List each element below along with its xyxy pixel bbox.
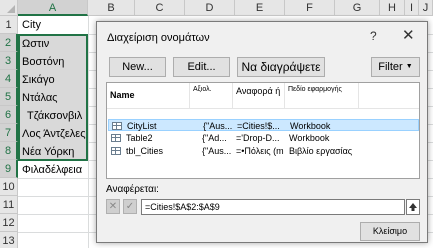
filter-label: Filter <box>378 61 403 73</box>
column-header-value[interactable]: Αξιολ. <box>190 83 233 108</box>
help-icon[interactable]: ? <box>370 29 377 43</box>
row-header-12[interactable]: 12 <box>0 214 18 232</box>
row-header-10[interactable]: 10 <box>0 178 18 196</box>
column-header-refers-to[interactable]: Αναφορά ή <box>233 83 285 108</box>
row-header-4[interactable]: 4 <box>0 70 18 88</box>
scope-cell: Workbook <box>289 133 330 143</box>
row-header-13[interactable]: 13 <box>0 232 18 248</box>
cell-a1[interactable]: City <box>19 16 87 34</box>
value-cell: {"Aus... <box>202 146 232 156</box>
named-range-icon <box>112 122 122 130</box>
value-cell: {"Ad... <box>202 133 227 143</box>
column-header-a[interactable]: A <box>18 0 88 16</box>
list-item[interactable]: Table2 {"Ad... ='Drop-D... Workbook <box>108 132 419 144</box>
select-all-triangle <box>7 5 15 13</box>
column-header-c[interactable]: C <box>135 0 185 16</box>
refers-to-cell: =•Πόλεις (m <box>236 146 284 156</box>
column-header-f[interactable]: F <box>285 0 335 16</box>
select-all-corner[interactable] <box>0 0 18 16</box>
row-header-6[interactable]: 6 <box>0 106 18 124</box>
names-list[interactable]: Name Αξιολ. Αναφορά ή Πεδίο εφαρμογής Ci… <box>106 82 420 179</box>
table-icon <box>111 147 121 155</box>
row-header-1[interactable]: 1 <box>0 16 18 34</box>
value-cell: {"Aus... <box>203 121 233 131</box>
filter-button[interactable]: Filter ▼ <box>371 57 420 77</box>
delete-button[interactable]: Να διαγράψετε <box>237 57 325 77</box>
scope-cell: Βιβλίο εργασίας <box>289 146 353 156</box>
refers-to-cell: ='Drop-D... <box>236 133 280 143</box>
name-cell: CityList <box>127 121 157 131</box>
name-cell: tbl_Cities <box>126 146 164 156</box>
row-header-5[interactable]: 5 <box>0 88 18 106</box>
column-header-b[interactable]: B <box>88 0 135 16</box>
edit-button[interactable]: Edit... <box>173 57 230 77</box>
name-cell: Table2 <box>126 133 153 143</box>
row-header-2[interactable]: 2 <box>0 34 18 52</box>
confirm-edit-icon[interactable]: ✓ <box>123 199 137 214</box>
column-header-g[interactable]: G <box>335 0 380 16</box>
row-header-11[interactable]: 11 <box>0 196 18 214</box>
collapse-dialog-button[interactable] <box>406 199 420 215</box>
row-header-9[interactable]: 9 <box>0 160 18 178</box>
refers-to-cell: =Cities!$... <box>237 121 280 131</box>
selection-range-outline <box>18 34 88 161</box>
cancel-edit-icon[interactable]: ✕ <box>106 199 120 214</box>
header-divider <box>107 108 419 109</box>
column-header-scope[interactable]: Πεδίο εφαρμογής <box>285 83 359 108</box>
column-header-i[interactable]: I <box>405 0 419 16</box>
column-header-e[interactable]: E <box>235 0 285 16</box>
scope-cell: Workbook <box>290 121 331 131</box>
name-manager-dialog: Διαχείριση ονομάτων ? ✕ New... Edit... Ν… <box>96 21 428 243</box>
list-item[interactable]: CityList {"Aus... =Cities!$... Workbook <box>108 119 419 131</box>
chevron-down-icon: ▼ <box>405 63 413 71</box>
row-header-8[interactable]: 8 <box>0 142 18 160</box>
column-header-d[interactable]: D <box>185 0 235 16</box>
refers-to-label: Αναφέρεται: <box>106 184 159 195</box>
column-header-j[interactable]: J <box>419 0 433 16</box>
row-header-7[interactable]: 7 <box>0 124 18 142</box>
column-header-name[interactable]: Name <box>107 83 190 108</box>
dialog-title: Διαχείριση ονομάτων <box>107 32 210 44</box>
column-header-h[interactable]: H <box>380 0 405 16</box>
collapse-arrow-icon <box>409 203 417 211</box>
close-button[interactable]: Κλείσιμο <box>360 222 420 241</box>
new-button[interactable]: New... <box>109 57 166 77</box>
cell-a9[interactable]: Φιλαδέλφεια <box>19 161 87 179</box>
table-icon <box>111 134 121 142</box>
refers-to-input[interactable]: =Cities!$A$2:$A$9 <box>141 199 405 215</box>
list-item[interactable]: tbl_Cities {"Aus... =•Πόλεις (m Βιβλίο ε… <box>108 145 419 157</box>
close-icon[interactable]: ✕ <box>402 26 415 44</box>
row-header-3[interactable]: 3 <box>0 52 18 70</box>
